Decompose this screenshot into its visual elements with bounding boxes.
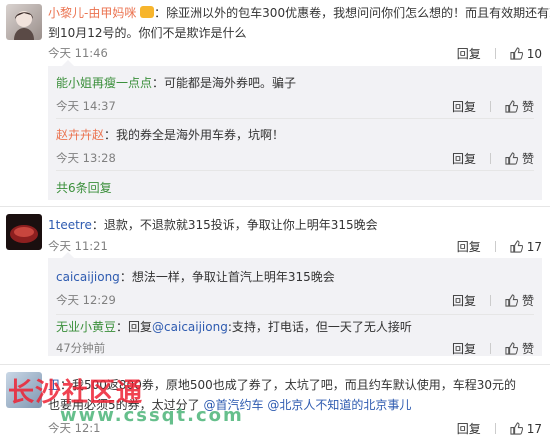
reply-arrow-icon	[62, 60, 74, 66]
comment-time: 今天 11:46	[48, 46, 108, 60]
reply-list: 能小姐再瘦一点点：可能都是海外券吧。骗子 今天 14:37 回复 赞 赵卉卉赵：…	[48, 60, 542, 200]
divider	[56, 314, 534, 315]
comment-text-cont: 到10月12号的。你们不是欺诈是什么	[48, 26, 247, 40]
divider	[489, 343, 491, 354]
thumbs-up-icon	[505, 152, 518, 165]
reply-button[interactable]: 回复	[452, 98, 476, 115]
watermark-logo: 长沙社区通	[8, 378, 144, 408]
reply-time: 今天 12:29	[56, 293, 116, 307]
like-button[interactable]: 17	[510, 422, 542, 436]
like-label: 赞	[521, 294, 534, 308]
like-button[interactable]: 17	[510, 240, 542, 254]
reply-text: ：想法一样，争取让首汽上明年315晚会	[119, 270, 335, 284]
divider	[494, 241, 496, 252]
like-label: 赞	[521, 100, 534, 114]
comment-time: 今天 11:21	[48, 239, 108, 253]
like-count: 10	[526, 46, 542, 61]
reply-time: 47分钟前	[56, 341, 106, 355]
reply-button[interactable]: 回复	[457, 420, 481, 437]
reply-item: caicaijiong：想法一样，争取让首汽上明年315晚会 今天 12:29 …	[56, 268, 542, 312]
comment-2: 1teetre：退款，不退款就315投诉，争取让你上明年315晚会 今天 11:…	[0, 208, 550, 358]
thumbs-up-icon	[505, 100, 518, 113]
more-replies-link[interactable]: 共6条回复	[56, 179, 112, 196]
reply-author[interactable]: 赵卉卉赵	[56, 128, 104, 142]
reply-text: ：我的券全是海外用车券，坑啊！	[104, 128, 285, 142]
like-label: 赞	[521, 152, 534, 166]
like-button[interactable]: 赞	[505, 292, 534, 309]
thumbs-up-icon	[510, 422, 523, 435]
reply-time: 今天 13:28	[56, 151, 116, 165]
comment-1: 小黎儿-由甲妈咪 ：除亚洲以外的包车300优惠卷，我想问问你们怎么想的！而且有效…	[0, 0, 550, 200]
like-button[interactable]: 赞	[505, 340, 534, 357]
divider	[489, 295, 491, 306]
mention-link[interactable]: @北京人不知道的北京事儿	[267, 398, 411, 412]
thumbs-up-icon	[510, 47, 523, 60]
divider	[56, 118, 534, 119]
like-label: 赞	[521, 342, 534, 356]
commenter-name[interactable]: 小黎儿-由甲妈咪	[48, 6, 136, 20]
reply-button[interactable]: 回复	[457, 45, 481, 62]
like-count: 17	[526, 421, 542, 436]
reply-text: ：可能都是海外券吧。骗子	[152, 76, 297, 90]
thumbs-up-icon	[505, 294, 518, 307]
comment-text: ：除亚洲以外的包车300优惠卷，我想问问你们怎么想的！而且有效期还有就	[154, 6, 550, 20]
reply-text: :支持，打电话，但一天了无人接听	[227, 320, 412, 334]
avatar[interactable]	[6, 214, 42, 250]
divider	[489, 153, 491, 164]
reply-button[interactable]: 回复	[457, 238, 481, 255]
mention-link[interactable]: @caicaijiong	[152, 320, 228, 334]
thumbs-up-icon	[505, 342, 518, 355]
reply-item: 赵卉卉赵：我的券全是海外用车券，坑啊！ 今天 13:28 回复 赞	[56, 126, 542, 170]
vip-icon	[140, 6, 155, 18]
watermark-url: www.cssqt.com	[60, 405, 244, 426]
divider	[489, 101, 491, 112]
comment-text: ：退款，不退款就315投诉，争取让你上明年315晚会	[91, 218, 378, 232]
reply-text-pre: ：回复	[116, 320, 153, 334]
avatar[interactable]	[6, 4, 42, 40]
divider	[494, 48, 496, 59]
reply-author[interactable]: 能小姐再瘦一点点	[56, 76, 152, 90]
like-button[interactable]: 赞	[505, 98, 534, 115]
divider	[56, 170, 534, 171]
like-button[interactable]: 赞	[505, 150, 534, 167]
reply-item: 无业小黄豆：回复@caicaijiong:支持，打电话，但一天了无人接听 47分…	[56, 318, 542, 358]
reply-button[interactable]: 回复	[452, 340, 476, 357]
reply-arrow-icon	[62, 252, 74, 258]
thumbs-up-icon	[510, 240, 523, 253]
reply-button[interactable]: 回复	[452, 292, 476, 309]
divider	[0, 206, 550, 207]
reply-time: 今天 14:37	[56, 99, 116, 113]
reply-button[interactable]: 回复	[452, 150, 476, 167]
like-button[interactable]: 10	[510, 47, 542, 61]
reply-author[interactable]: 无业小黄豆	[56, 320, 116, 334]
like-count: 17	[526, 239, 542, 254]
reply-author[interactable]: caicaijiong	[56, 270, 120, 284]
commenter-name[interactable]: 1teetre	[48, 218, 92, 232]
reply-list: caicaijiong：想法一样，争取让首汽上明年315晚会 今天 12:29 …	[48, 252, 542, 358]
divider	[494, 423, 496, 434]
reply-item: 能小姐再瘦一点点：可能都是海外券吧。骗子 今天 14:37 回复 赞	[56, 74, 542, 118]
divider	[0, 364, 550, 365]
